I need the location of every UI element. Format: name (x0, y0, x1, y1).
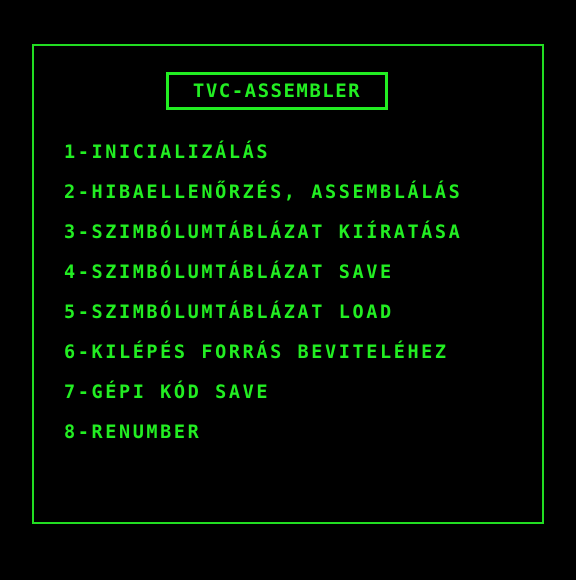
menu-item-error-check-assemble[interactable]: 2-HIBAELLENŐRZÉS, ASSEMBLÁLÁS (64, 179, 462, 219)
menu-item-exit-to-source-input[interactable]: 6-KILÉPÉS FORRÁS BEVITELÉHEZ (64, 339, 462, 379)
title-box: TVC-ASSEMBLER (166, 72, 388, 110)
menu-item-initialize[interactable]: 1-INICIALIZÁLÁS (64, 139, 462, 179)
app-title: TVC-ASSEMBLER (192, 80, 362, 102)
menu-item-machine-code-save[interactable]: 7-GÉPI KÓD SAVE (64, 379, 462, 419)
menu-item-symbol-table-print[interactable]: 3-SZIMBÓLUMTÁBLÁZAT KIÍRATÁSA (64, 219, 462, 259)
main-menu: 1-INICIALIZÁLÁS 2-HIBAELLENŐRZÉS, ASSEMB… (64, 139, 462, 459)
menu-item-renumber[interactable]: 8-RENUMBER (64, 419, 462, 459)
menu-item-symbol-table-load[interactable]: 5-SZIMBÓLUMTÁBLÁZAT LOAD (64, 299, 462, 339)
menu-item-symbol-table-save[interactable]: 4-SZIMBÓLUMTÁBLÁZAT SAVE (64, 259, 462, 299)
